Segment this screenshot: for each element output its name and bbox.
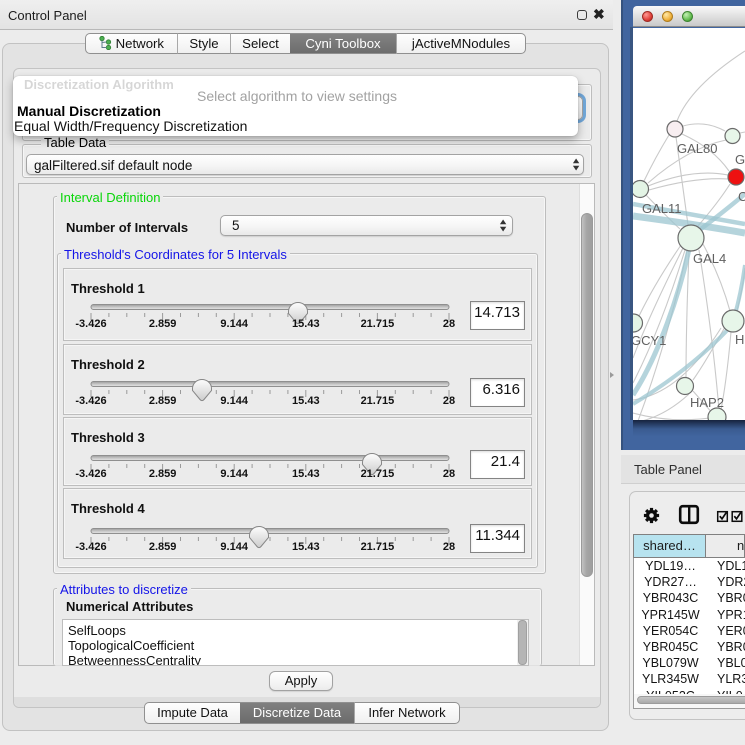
svg-text:C: C [738, 189, 745, 204]
svg-text:H: H [735, 332, 744, 347]
svg-text:GAL11: GAL11 [642, 201, 682, 216]
svg-text:GCY1: GCY1 [633, 333, 666, 348]
svg-text:GAL80: GAL80 [677, 141, 717, 156]
svg-text:HAP2: HAP2 [690, 395, 724, 410]
svg-text:GAL4: GAL4 [693, 251, 726, 266]
svg-text:GA: GA [735, 152, 745, 167]
